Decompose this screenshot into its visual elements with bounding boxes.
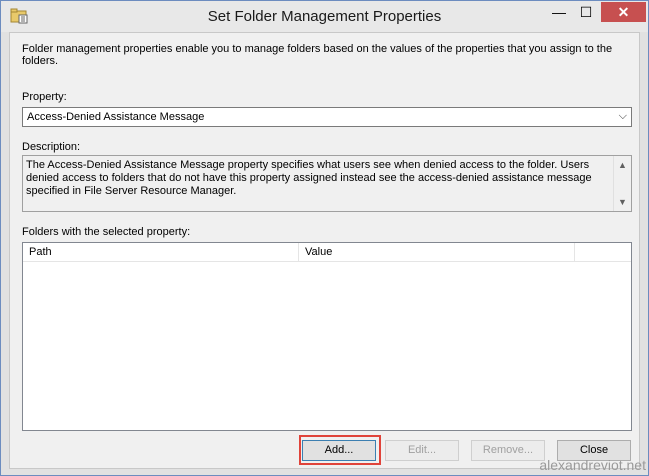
chevron-down-icon[interactable]: ⌵ [619, 110, 627, 123]
minimize-button[interactable]: — [546, 2, 572, 22]
close-window-button[interactable]: ✕ [601, 2, 646, 22]
description-label: Description: [22, 141, 81, 153]
scroll-down-icon[interactable]: ▼ [616, 195, 629, 209]
description-box: The Access-Denied Assistance Message pro… [22, 155, 632, 212]
dialog-content: Folder management properties enable you … [9, 32, 640, 469]
maximize-button[interactable]: ☐ [573, 2, 599, 22]
property-selected-value: Access-Denied Assistance Message [27, 111, 205, 123]
add-button[interactable]: Add... [302, 440, 376, 461]
edit-button[interactable]: Edit... [385, 440, 459, 461]
column-header-value[interactable]: Value [299, 243, 575, 261]
dialog-window: Set Folder Management Properties — ☐ ✕ F… [0, 0, 649, 476]
column-header-filler [575, 243, 631, 261]
scroll-up-icon[interactable]: ▲ [616, 158, 629, 172]
property-select[interactable]: Access-Denied Assistance Message ⌵ [22, 107, 632, 127]
list-header: Path Value [23, 243, 631, 262]
description-scrollbar[interactable]: ▲ ▼ [613, 156, 631, 211]
property-label: Property: [22, 91, 67, 103]
folders-list[interactable]: Path Value [22, 242, 632, 431]
folders-label: Folders with the selected property: [22, 226, 191, 238]
intro-text: Folder management properties enable you … [22, 43, 613, 67]
title-bar[interactable]: Set Folder Management Properties — ☐ ✕ [1, 1, 648, 32]
remove-button[interactable]: Remove... [471, 440, 545, 461]
description-text: The Access-Denied Assistance Message pro… [26, 159, 592, 197]
column-header-path[interactable]: Path [23, 243, 299, 261]
watermark: alexandreviot.net [539, 457, 646, 473]
